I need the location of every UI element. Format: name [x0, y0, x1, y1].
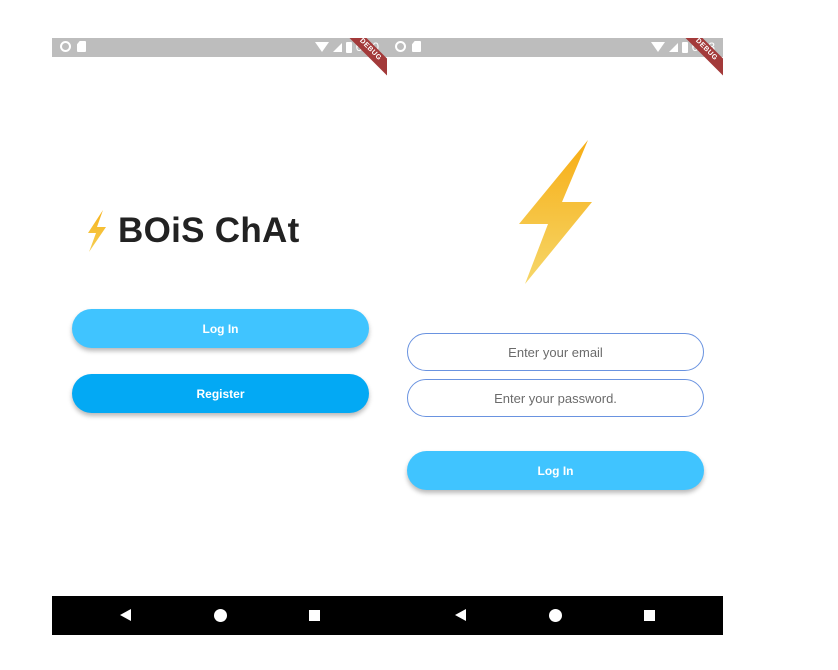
back-icon[interactable]	[120, 609, 131, 621]
status-bar: 6:23 DEBUG	[387, 38, 723, 79]
notification-icon	[60, 41, 71, 52]
email-field[interactable]: Enter your email	[407, 333, 704, 371]
app-title: BOiS ChAt	[118, 211, 300, 250]
wifi-icon	[314, 42, 329, 52]
home-icon[interactable]	[214, 609, 227, 622]
recents-icon[interactable]	[309, 610, 320, 621]
recents-icon[interactable]	[644, 610, 655, 621]
sd-card-icon	[412, 41, 421, 52]
login-button[interactable]: Log In	[407, 451, 704, 490]
brand-header: BOiS ChAt	[84, 210, 300, 252]
login-button[interactable]: Log In	[72, 309, 369, 348]
login-screen: 6:23 DEBUG Enter your email Enter your p…	[387, 38, 723, 635]
lightning-bolt-icon	[519, 140, 592, 284]
password-field[interactable]: Enter your password.	[407, 379, 704, 417]
navigation-bar	[52, 596, 387, 635]
navigation-bar	[387, 596, 723, 635]
register-button[interactable]: Register	[72, 374, 369, 413]
status-bar: 6:20 DEBUG	[52, 38, 387, 79]
sd-card-icon	[77, 41, 86, 52]
home-icon[interactable]	[549, 609, 562, 622]
signal-icon	[332, 42, 342, 52]
welcome-screen: 6:20 DEBUG BOiS ChAt Log In Register	[52, 38, 387, 635]
notification-icon	[395, 41, 406, 52]
wifi-icon	[650, 42, 665, 52]
lightning-bolt-icon	[88, 210, 106, 252]
signal-icon	[668, 42, 678, 52]
back-icon[interactable]	[455, 609, 466, 621]
battery-icon	[345, 41, 352, 53]
battery-icon	[681, 41, 688, 53]
